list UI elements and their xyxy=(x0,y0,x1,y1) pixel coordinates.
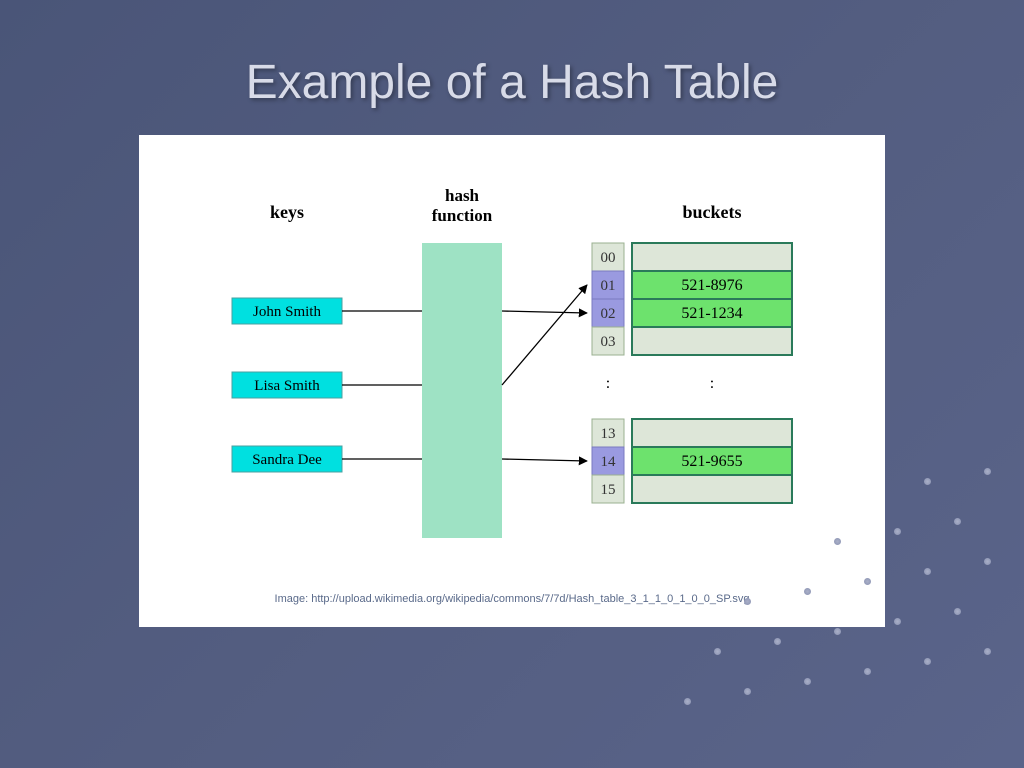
bucket-index-01: 01 xyxy=(601,278,616,294)
bucket-row-14: 14 521-9655 xyxy=(592,447,792,475)
hashfn-header-2: function xyxy=(432,206,493,225)
bucket-value-01: 521-8976 xyxy=(681,277,742,294)
arrow-lisa-to-01 xyxy=(502,285,587,385)
bucket-value-14: 521-9655 xyxy=(681,453,742,470)
hash-table-diagram: keys hash function buckets John Smith Li… xyxy=(139,135,885,627)
bucket-index-02: 02 xyxy=(601,306,616,322)
hash-function-box xyxy=(422,243,502,538)
hashfn-header-1: hash xyxy=(445,186,480,205)
bucket-row-02: 02 521-1234 xyxy=(592,299,792,327)
key-box-0: John Smith xyxy=(232,298,342,324)
bucket-row-00: 00 xyxy=(592,243,792,271)
ellipsis-bucket: : xyxy=(710,375,714,392)
bucket-index-03: 03 xyxy=(601,334,616,350)
key-label-2: Sandra Dee xyxy=(252,452,322,468)
bucket-index-15: 15 xyxy=(601,482,616,498)
ellipsis-index: : xyxy=(606,375,610,392)
bucket-value-02: 521-1234 xyxy=(681,305,742,322)
key-box-2: Sandra Dee xyxy=(232,446,342,472)
bucket-index-14: 14 xyxy=(601,454,617,470)
bucket-row-13: 13 xyxy=(592,419,792,447)
slide-title: Example of a Hash Table xyxy=(0,0,1024,135)
bucket-row-01: 01 521-8976 xyxy=(592,271,792,299)
key-label-0: John Smith xyxy=(253,304,321,320)
key-label-1: Lisa Smith xyxy=(254,378,320,394)
bucket-row-15: 15 xyxy=(592,475,792,503)
key-box-1: Lisa Smith xyxy=(232,372,342,398)
bucket-row-03: 03 xyxy=(592,327,792,355)
arrow-john-to-02 xyxy=(502,311,587,313)
keys-header: keys xyxy=(270,202,304,222)
buckets-header: buckets xyxy=(682,202,741,222)
bucket-index-00: 00 xyxy=(601,250,616,266)
bucket-index-13: 13 xyxy=(601,426,616,442)
arrow-sandra-to-14 xyxy=(502,459,587,461)
image-caption: Image: http://upload.wikimedia.org/wikip… xyxy=(159,593,865,605)
